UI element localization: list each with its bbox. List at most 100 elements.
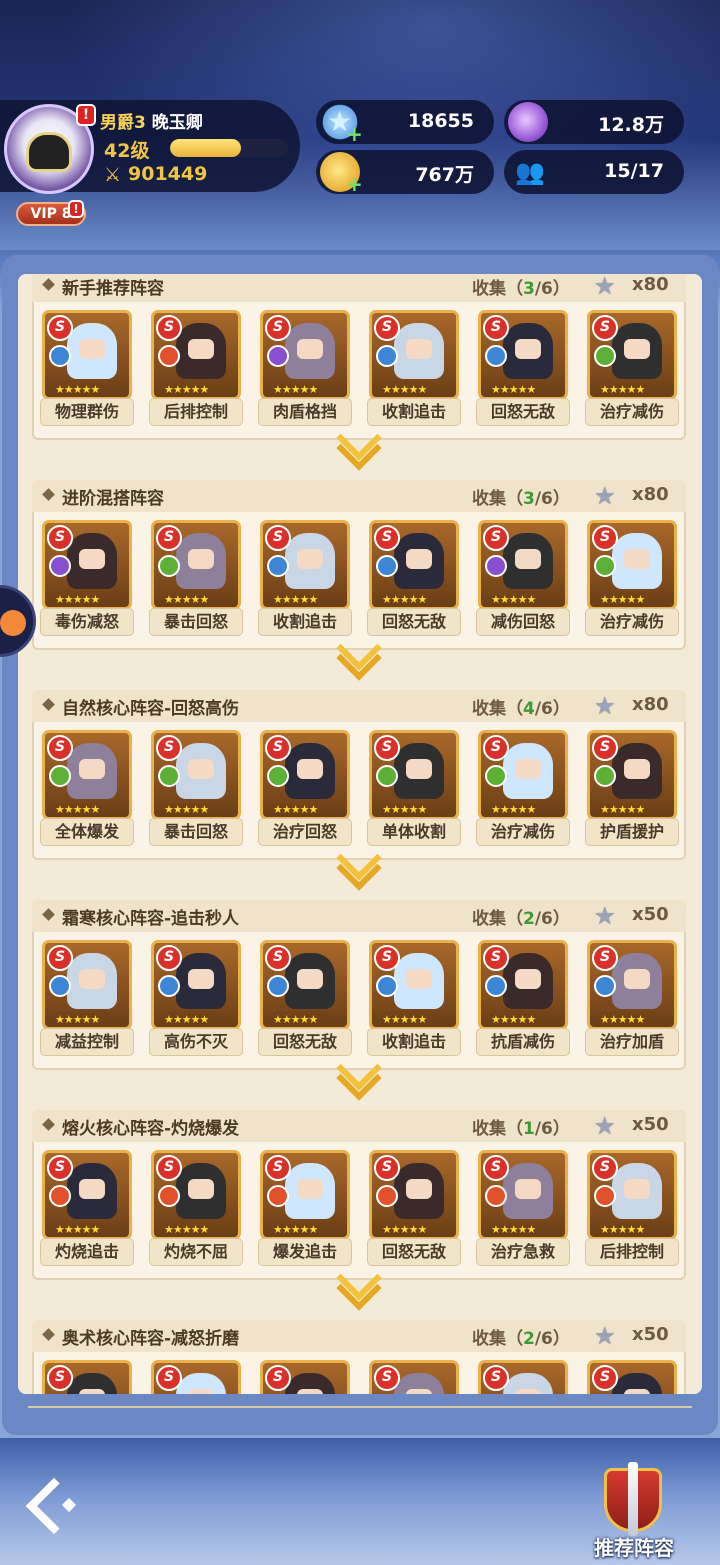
hero-card[interactable]: ★★★★★ S 治疗急救	[476, 1150, 570, 1268]
hero-card[interactable]: ★★★★★ S 治疗回怒	[258, 730, 352, 848]
hero-card[interactable]: ★★★★★S	[369, 1360, 459, 1394]
s-rank-icon: S	[374, 945, 400, 971]
resource-stars[interactable]: + 18655	[316, 100, 494, 146]
hero-card[interactable]: ★★★★★ S 回怒无敌	[476, 310, 570, 428]
hero-card[interactable]: ★★★★★ S 收割追击	[258, 520, 352, 638]
star-rating-icon: ★★★★★	[164, 803, 209, 816]
hero-face	[79, 339, 105, 359]
hero-card[interactable]: ★★★★★S	[151, 1360, 241, 1394]
hero-portrait-frame: ★★★★★S	[151, 520, 241, 610]
star-rating-icon: ★★★★★	[55, 383, 100, 396]
hero-portrait-frame: ★★★★★S	[587, 1150, 677, 1240]
hero-card[interactable]: ★★★★★ S 物理群伤	[40, 310, 134, 428]
hero-card[interactable]: ★★★★★ S 回怒无敌	[258, 940, 352, 1058]
hero-card[interactable]: ★★★★★ S 治疗减伤	[585, 520, 679, 638]
hero-card[interactable]: ★★★★★ S 后排控制	[149, 310, 243, 428]
hero-card[interactable]: ★★★★★ S 后排控制	[585, 1150, 679, 1268]
s-rank-icon: S	[156, 1365, 182, 1391]
lineup-scroll-area[interactable]: 新手推荐阵容 收集（3/6） ★ x80 ★★★★★ S 物理群伤 ★★★★★ S 后排控制 ★★★…	[18, 274, 702, 1394]
collect-label: 收集（	[472, 1119, 523, 1139]
hero-card[interactable]: ★★★★★ S 治疗减伤	[476, 730, 570, 848]
hero-card[interactable]: ★★★★★S	[587, 1360, 677, 1394]
star-reward-icon[interactable]: ★	[594, 274, 616, 300]
hero-card[interactable]: ★★★★★ S 单体收割	[367, 730, 461, 848]
hero-face	[515, 1389, 541, 1394]
hero-face	[79, 1389, 105, 1394]
hero-portrait-frame: ★★★★★S	[42, 310, 132, 400]
diamond-bullet-icon	[42, 488, 55, 501]
hero-card[interactable]: ★★★★★ S 灼烧追击	[40, 1150, 134, 1268]
fire-element-icon	[594, 1185, 616, 1207]
hero-face	[188, 1179, 214, 1199]
hero-portrait-frame: ★★★★★S	[587, 940, 677, 1030]
hero-card[interactable]: ★★★★★ S 收割追击	[367, 940, 461, 1058]
frost-element-icon	[376, 345, 398, 367]
s-rank-icon: S	[374, 525, 400, 551]
diamond-bullet-icon	[42, 698, 55, 711]
star-rating-icon: ★★★★★	[164, 383, 209, 396]
s-rank-icon: S	[592, 1365, 618, 1391]
hero-card[interactable]: ★★★★★ S 高伤不灭	[149, 940, 243, 1058]
nature-element-icon	[594, 345, 616, 367]
lineup-title: 新手推荐阵容	[62, 279, 164, 299]
hero-tag: 回怒无敌	[367, 1238, 461, 1266]
reward-amount: x50	[632, 904, 669, 925]
hero-card[interactable]: ★★★★★ S 治疗减伤	[585, 310, 679, 428]
hero-face	[297, 339, 323, 359]
star-rating-icon: ★★★★★	[164, 593, 209, 606]
star-reward-icon[interactable]: ★	[594, 1112, 616, 1140]
hero-face	[79, 969, 105, 989]
hero-card[interactable]: ★★★★★ S 护盾援护	[585, 730, 679, 848]
star-reward-icon[interactable]: ★	[594, 692, 616, 720]
s-rank-icon: S	[374, 1365, 400, 1391]
plus-icon[interactable]: +	[346, 122, 363, 146]
resource-purple[interactable]: 12.8万	[504, 100, 684, 144]
hero-card[interactable]: ★★★★★ S 减伤回怒	[476, 520, 570, 638]
frost-element-icon	[267, 975, 289, 997]
hero-card[interactable]: ★★★★★ S 抗盾减伤	[476, 940, 570, 1058]
hero-card[interactable]: ★★★★★S	[478, 1360, 568, 1394]
hero-portrait-frame: ★★★★★S	[478, 1150, 568, 1240]
swords-icon: ⚔	[104, 164, 122, 186]
hero-card[interactable]: ★★★★★S	[260, 1360, 350, 1394]
hero-card[interactable]: ★★★★★ S 灼烧不屈	[149, 1150, 243, 1268]
hero-face	[188, 969, 214, 989]
hero-face	[297, 1389, 323, 1394]
hero-portrait-frame: ★★★★★S	[369, 1360, 459, 1394]
hero-card[interactable]: ★★★★★ S 暴击回怒	[149, 520, 243, 638]
hero-card[interactable]: ★★★★★ S 回怒无敌	[367, 520, 461, 638]
hero-card[interactable]: ★★★★★ S 毒伤减怒	[40, 520, 134, 638]
star-rating-icon: ★★★★★	[382, 1013, 427, 1026]
back-arrow-icon[interactable]	[20, 1476, 80, 1536]
star-reward-icon[interactable]: ★	[594, 902, 616, 930]
resource-gold[interactable]: + 767万	[316, 150, 494, 196]
hero-card[interactable]: ★★★★★ S 收割追击	[367, 310, 461, 428]
star-reward-icon[interactable]: ★	[594, 482, 616, 510]
vip-alert-icon: !	[68, 200, 84, 218]
hero-card[interactable]: ★★★★★ S 暴击回怒	[149, 730, 243, 848]
s-rank-icon: S	[47, 735, 73, 761]
collect-progress: 收集（1/6）	[472, 1114, 570, 1139]
hero-card[interactable]: ★★★★★ S 减益控制	[40, 940, 134, 1058]
star-rating-icon: ★★★★★	[382, 1223, 427, 1236]
hero-portrait-frame: ★★★★★S	[260, 730, 350, 820]
hero-card[interactable]: ★★★★★ S 爆发追击	[258, 1150, 352, 1268]
hero-portrait-frame: ★★★★★S	[478, 520, 568, 610]
plus-icon[interactable]: +	[346, 172, 363, 196]
star-rating-icon: ★★★★★	[382, 593, 427, 606]
lineup-list[interactable]: 新手推荐阵容 收集（3/6） ★ x80 ★★★★★ S 物理群伤 ★★★★★ S 后排控制 ★★★…	[18, 274, 702, 1394]
hero-portrait-frame: ★★★★★S	[369, 730, 459, 820]
lineup-header: 自然核心阵容-回怒高伤 收集（4/6） ★ x80	[32, 690, 686, 722]
hero-card[interactable]: ★★★★★ S 全体爆发	[40, 730, 134, 848]
star-reward-icon[interactable]: ★	[594, 1322, 616, 1350]
hero-card[interactable]: ★★★★★S	[42, 1360, 132, 1394]
hero-card[interactable]: ★★★★★ S 回怒无敌	[367, 1150, 461, 1268]
reward-amount: x50	[632, 1114, 669, 1135]
recommend-lineup-button[interactable]: 推荐阵容	[582, 1462, 682, 1562]
s-rank-icon: S	[156, 1155, 182, 1181]
hero-card[interactable]: ★★★★★ S 肉盾格挡	[258, 310, 352, 428]
resource-members[interactable]: 👥 15/17	[504, 150, 684, 194]
arcane-element-icon	[267, 345, 289, 367]
s-rank-icon: S	[592, 1155, 618, 1181]
hero-card[interactable]: ★★★★★ S 治疗加盾	[585, 940, 679, 1058]
